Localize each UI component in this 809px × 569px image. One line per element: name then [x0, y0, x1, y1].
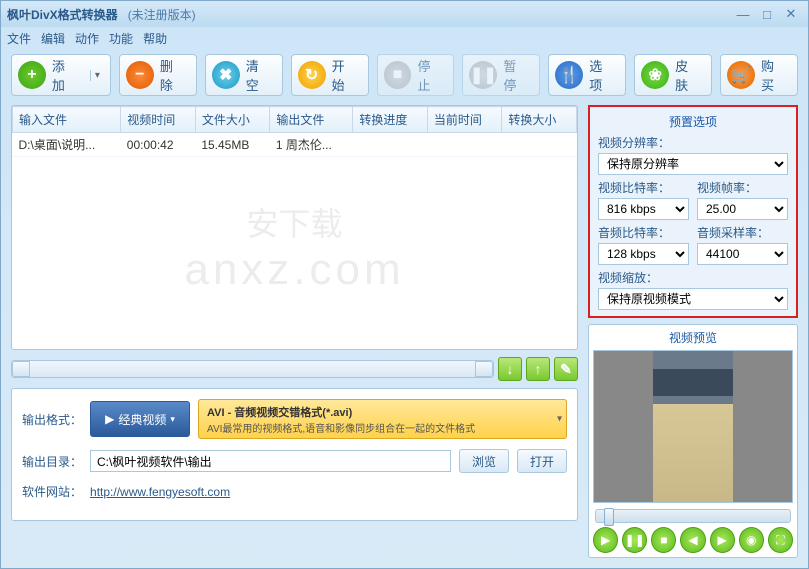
edit-button[interactable]: ✎	[554, 357, 578, 381]
horizontal-scrollbar[interactable]	[11, 360, 494, 378]
preview-title: 视频预览	[593, 329, 793, 346]
tools-icon: 🍴	[555, 61, 583, 89]
col-fsize[interactable]: 文件大小	[195, 107, 270, 133]
resolution-select[interactable]: 保持原分辨率	[598, 153, 788, 175]
app-subtitle: (未注册版本)	[128, 6, 196, 23]
col-curtime[interactable]: 当前时间	[427, 107, 502, 133]
cart-icon: 🛒	[727, 61, 755, 89]
profile-description[interactable]: AVI - 音频视频交错格式(*.avi) AVI最常用的视频格式,语音和影像同…	[198, 399, 567, 439]
fullscreen-button[interactable]: ⛶	[768, 527, 793, 553]
media-controls: ▶ ❚❚ ■ ◀ ▶ ◉ ⛶	[593, 527, 793, 553]
maximize-button[interactable]: □	[756, 5, 778, 23]
left-pane: 输入文件 视频时间 文件大小 输出文件 转换进度 当前时间 转换大小 D:\桌面…	[11, 105, 578, 558]
output-format-label: 输出格式：	[22, 411, 82, 428]
table-controls: ↓ ↑ ✎	[11, 356, 578, 382]
clear-icon: ✖	[212, 61, 240, 89]
right-pane: 预置选项 视频分辨率： 保持原分辨率 视频比特率： 816 kbps 视频帧率：…	[588, 105, 798, 558]
move-down-button[interactable]: ↓	[498, 357, 522, 381]
vbitrate-select[interactable]: 816 kbps	[598, 198, 689, 220]
skin-button[interactable]: ❀皮肤	[634, 54, 712, 96]
app-title: 枫叶DivX格式转换器	[7, 6, 118, 23]
chevron-down-icon[interactable]: ▾	[90, 70, 100, 81]
app-window: 枫叶DivX格式转换器 (未注册版本) — □ ✕ 文件 编辑 动作 功能 帮助…	[0, 0, 809, 569]
apple-icon: ❀	[641, 61, 669, 89]
video-preview[interactable]	[593, 350, 793, 503]
menu-edit[interactable]: 编辑	[41, 30, 65, 47]
resolution-label: 视频分辨率：	[598, 134, 788, 151]
minus-icon: −	[126, 61, 154, 89]
chevron-down-icon: ▾	[170, 414, 175, 425]
col-input[interactable]: 输入文件	[13, 107, 121, 133]
titlebar: 枫叶DivX格式转换器 (未注册版本) — □ ✕	[1, 1, 808, 27]
clear-button[interactable]: ✖清空	[205, 54, 283, 96]
menubar: 文件 编辑 动作 功能 帮助	[1, 27, 808, 49]
samplerate-label: 音频采样率：	[697, 224, 788, 241]
toolbar: +添加▾ −删除 ✖清空 ↻开始 ■停止 ❚❚暂停 🍴选项 ❀皮肤 🛒购买	[1, 49, 808, 101]
menu-file[interactable]: 文件	[7, 30, 31, 47]
col-progress[interactable]: 转换进度	[353, 107, 428, 133]
scale-select[interactable]: 保持原视频模式	[598, 288, 788, 310]
profile-group-button[interactable]: ▶ 经典视频 ▾	[90, 401, 190, 437]
chevron-down-icon: ▾	[557, 414, 562, 425]
pause-button: ❚❚暂停	[462, 54, 540, 96]
prev-button[interactable]: ◀	[680, 527, 705, 553]
menu-help[interactable]: 帮助	[143, 30, 167, 47]
stop-icon: ■	[384, 61, 412, 89]
abitrate-select[interactable]: 128 kbps	[598, 243, 689, 265]
fps-select[interactable]: 25.00	[697, 198, 788, 220]
close-button[interactable]: ✕	[780, 5, 802, 23]
options-button[interactable]: 🍴选项	[548, 54, 626, 96]
open-button[interactable]: 打开	[517, 449, 567, 473]
pause-media-button[interactable]: ❚❚	[622, 527, 647, 553]
abitrate-label: 音频比特率：	[598, 224, 689, 241]
play-button[interactable]: ▶	[593, 527, 618, 553]
pause-icon: ❚❚	[469, 61, 497, 89]
output-panel: 输出格式： ▶ 经典视频 ▾ AVI - 音频视频交错格式(*.avi) AVI…	[11, 388, 578, 521]
fps-label: 视频帧率：	[697, 179, 788, 196]
col-convsize[interactable]: 转换大小	[502, 107, 577, 133]
vbitrate-label: 视频比特率：	[598, 179, 689, 196]
refresh-icon: ↻	[298, 61, 326, 89]
preset-title: 预置选项	[598, 113, 788, 130]
col-vtime[interactable]: 视频时间	[121, 107, 196, 133]
plus-icon: +	[18, 61, 46, 89]
table-row[interactable]: D:\桌面\说明... 00:00:42 15.45MB 1 周杰伦...	[13, 133, 577, 157]
preset-panel: 预置选项 视频分辨率： 保持原分辨率 视频比特率： 816 kbps 视频帧率：…	[588, 105, 798, 318]
seek-slider[interactable]	[595, 509, 791, 523]
move-up-button[interactable]: ↑	[526, 357, 550, 381]
output-dir-label: 输出目录：	[22, 453, 82, 470]
samplerate-select[interactable]: 44100	[697, 243, 788, 265]
buy-button[interactable]: 🛒购买	[720, 54, 798, 96]
play-icon: ▶	[105, 412, 114, 426]
site-link[interactable]: http://www.fengyesoft.com	[90, 485, 230, 499]
file-table-panel: 输入文件 视频时间 文件大小 输出文件 转换进度 当前时间 转换大小 D:\桌面…	[11, 105, 578, 350]
site-label: 软件网站：	[22, 483, 82, 500]
menu-action[interactable]: 动作	[75, 30, 99, 47]
snapshot-button[interactable]: ◉	[739, 527, 764, 553]
menu-function[interactable]: 功能	[109, 30, 133, 47]
stop-media-button[interactable]: ■	[651, 527, 676, 553]
main-area: 输入文件 视频时间 文件大小 输出文件 转换进度 当前时间 转换大小 D:\桌面…	[1, 101, 808, 568]
col-output[interactable]: 输出文件	[270, 107, 353, 133]
browse-button[interactable]: 浏览	[459, 449, 509, 473]
preview-panel: 视频预览 ▶ ❚❚ ■ ◀ ▶ ◉ ⛶	[588, 324, 798, 558]
scale-label: 视频缩放：	[598, 269, 788, 286]
minimize-button[interactable]: —	[732, 5, 754, 23]
output-dir-input[interactable]	[90, 450, 451, 472]
delete-button[interactable]: −删除	[119, 54, 197, 96]
start-button[interactable]: ↻开始	[291, 54, 369, 96]
file-table: 输入文件 视频时间 文件大小 输出文件 转换进度 当前时间 转换大小 D:\桌面…	[12, 106, 577, 157]
watermark: 安下载 anxz.com	[184, 199, 404, 295]
stop-button: ■停止	[377, 54, 455, 96]
next-button[interactable]: ▶	[710, 527, 735, 553]
add-button[interactable]: +添加▾	[11, 54, 111, 96]
